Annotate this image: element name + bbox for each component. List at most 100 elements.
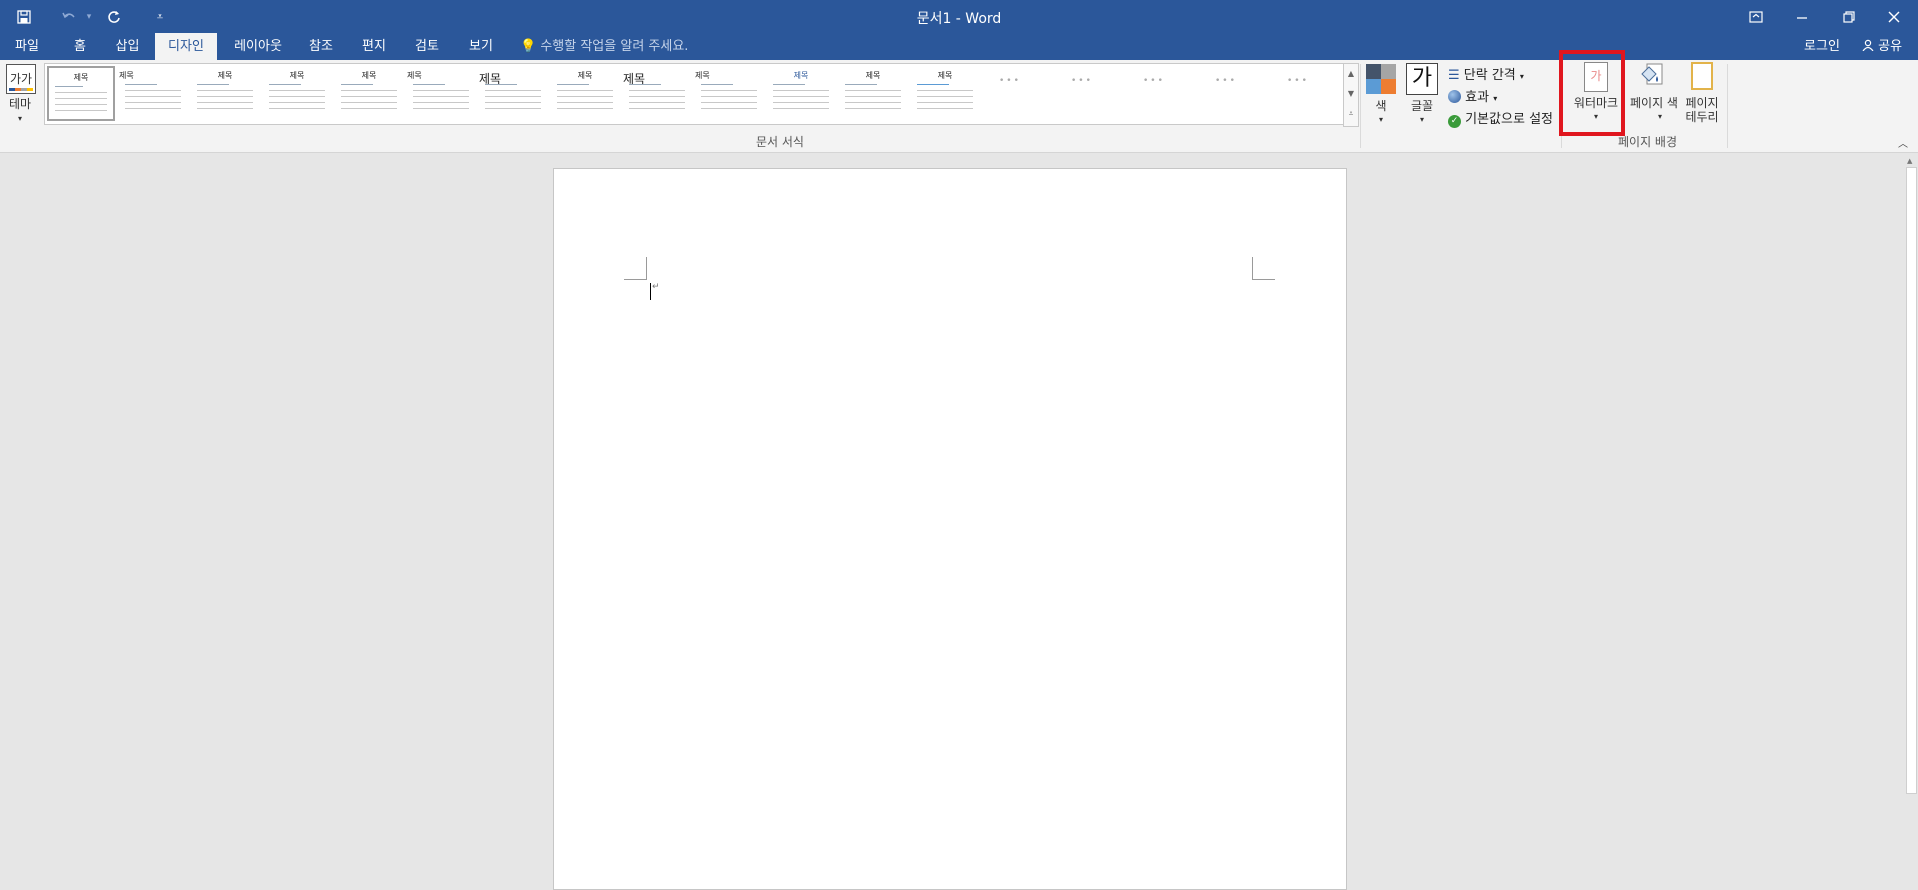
style-set-thumbnail[interactable]: •••: [1199, 66, 1267, 121]
minimize-icon[interactable]: [1787, 5, 1817, 29]
style-text-line: [845, 102, 901, 103]
style-set-thumbnail[interactable]: 제목: [623, 66, 691, 121]
style-text-line: [629, 84, 661, 85]
tab-home[interactable]: 홈: [60, 33, 100, 60]
style-set-thumbnail[interactable]: 제목: [191, 66, 259, 121]
tell-me-placeholder: 수행할 작업을 알려 주세요.: [540, 39, 689, 54]
style-text-line: [701, 96, 757, 97]
set-as-default-button[interactable]: ✓ 기본값으로 설정: [1448, 108, 1553, 128]
tab-layout[interactable]: 레이아웃: [224, 33, 292, 60]
style-text-line: [197, 96, 253, 97]
gallery-more-icon[interactable]: ⩡: [1344, 104, 1358, 124]
style-text-line: [125, 84, 157, 85]
style-text-line: [917, 108, 973, 109]
watermark-button[interactable]: 가 워터마크 ▾: [1570, 62, 1622, 128]
style-set-thumbnail[interactable]: •••: [983, 66, 1051, 121]
style-text-line: [413, 90, 469, 91]
style-text-line: [413, 84, 445, 85]
style-set-thumbnail[interactable]: 제목: [263, 66, 331, 121]
style-text-line: [629, 108, 685, 109]
page-borders-icon: [1691, 62, 1713, 90]
vertical-scrollbar[interactable]: ▲: [1903, 155, 1918, 883]
set-as-default-label: 기본값으로 설정: [1465, 112, 1553, 127]
style-set-title: 제목: [937, 71, 953, 80]
style-text-line: [485, 102, 541, 103]
watermark-icon: 가: [1584, 62, 1608, 92]
style-text-line: [341, 96, 397, 97]
style-text-line: [485, 84, 517, 85]
document-page[interactable]: ↵: [553, 168, 1347, 890]
paragraph-mark-icon: ↵: [652, 282, 660, 292]
group-separator: [1360, 64, 1361, 148]
style-set-title: 제목: [793, 71, 809, 80]
style-set-thumbnail[interactable]: •••: [1271, 66, 1339, 121]
share-button[interactable]: 공유: [1852, 33, 1912, 60]
style-set-thumbnail[interactable]: •••: [1055, 66, 1123, 121]
style-set-thumbnail[interactable]: 제목: [479, 66, 547, 121]
style-set-thumbnail[interactable]: •••: [1127, 66, 1195, 121]
style-set-thumbnail[interactable]: 제목: [767, 66, 835, 121]
style-text-line: [125, 102, 181, 103]
tab-insert[interactable]: 삽입: [105, 33, 150, 60]
style-text-line: [269, 90, 325, 91]
tab-review[interactable]: 검토: [403, 33, 451, 60]
style-text-line: [197, 84, 229, 85]
style-set-thumbnail[interactable]: 제목: [695, 66, 763, 121]
colors-button[interactable]: 색 ▾: [1366, 64, 1396, 130]
loading-dots-icon: •••: [1143, 76, 1165, 86]
style-set-thumbnail[interactable]: 제목: [407, 66, 475, 121]
style-text-line: [55, 104, 107, 105]
paragraph-spacing-label: 단락 간격: [1463, 68, 1516, 83]
style-text-line: [557, 108, 613, 109]
gallery-scroll-up-icon[interactable]: ▲: [1344, 64, 1358, 84]
style-set-thumbnail[interactable]: 제목: [551, 66, 619, 121]
style-text-line: [917, 102, 973, 103]
style-set-thumbnail[interactable]: 제목: [911, 66, 979, 121]
chevron-down-icon: ▾: [1657, 112, 1662, 121]
effects-button[interactable]: 효과 ▾: [1448, 86, 1497, 105]
loading-dots-icon: •••: [1287, 76, 1309, 86]
style-text-line: [701, 102, 757, 103]
tab-design[interactable]: 디자인: [155, 33, 217, 60]
tab-view[interactable]: 보기: [456, 33, 506, 60]
close-icon[interactable]: [1879, 5, 1909, 29]
page-borders-label-line2: 테두리: [1685, 110, 1719, 124]
tab-mailings[interactable]: 편지: [350, 33, 398, 60]
style-set-title: 제목: [289, 71, 305, 80]
paragraph-spacing-button[interactable]: ☰ 단락 간격 ▾: [1448, 64, 1524, 83]
style-text-line: [485, 108, 541, 109]
style-set-thumbnail[interactable]: 제목: [119, 66, 187, 121]
gallery-scroll[interactable]: ▲ ▼ ⩡: [1343, 63, 1359, 127]
ribbon-display-options-icon[interactable]: [1741, 5, 1771, 29]
style-text-line: [773, 84, 805, 85]
loading-dots-icon: •••: [1215, 76, 1237, 86]
theme-button[interactable]: 가가 테마 ▾: [6, 64, 38, 130]
tab-references[interactable]: 참조: [297, 33, 345, 60]
ribbon-tab-bar: 파일 홈 삽입 디자인 레이아웃 참조 편지 검토 보기 💡 수행할 작업을 알…: [0, 33, 1918, 60]
gallery-scroll-down-icon[interactable]: ▼: [1344, 84, 1358, 104]
fonts-button[interactable]: 가 글꼴 ▾: [1406, 63, 1440, 129]
login-link[interactable]: 로그인: [1798, 33, 1846, 60]
tell-me-search[interactable]: 💡 수행할 작업을 알려 주세요.: [520, 33, 688, 60]
page-borders-button[interactable]: 페이지 테두리: [1682, 62, 1722, 128]
page-color-button[interactable]: 페이지 색 ▾: [1625, 62, 1679, 128]
restore-icon[interactable]: [1834, 5, 1864, 29]
style-text-line: [773, 90, 829, 91]
page-borders-label-line1: 페이지: [1685, 96, 1719, 110]
scrollbar-thumb[interactable]: [1906, 167, 1917, 794]
style-set-thumbnail[interactable]: 제목: [335, 66, 403, 121]
style-set-thumbnail[interactable]: 제목: [47, 66, 115, 121]
title-bar: ▾ ⩡ 문서1 - Word: [0, 0, 1918, 33]
style-set-title: 제목: [73, 73, 89, 82]
style-text-line: [341, 90, 397, 91]
style-text-line: [197, 108, 253, 109]
style-set-thumbnail[interactable]: 제목: [839, 66, 907, 121]
style-text-line: [845, 84, 877, 85]
tab-file[interactable]: 파일: [2, 33, 52, 60]
collapse-ribbon-icon[interactable]: ︿: [1898, 135, 1908, 150]
margin-corner-top-left: [624, 257, 647, 280]
style-text-line: [845, 108, 901, 109]
group-separator: [1727, 64, 1728, 148]
style-set-title: 제목: [361, 71, 377, 80]
scroll-up-icon[interactable]: ▲: [1907, 157, 1912, 165]
